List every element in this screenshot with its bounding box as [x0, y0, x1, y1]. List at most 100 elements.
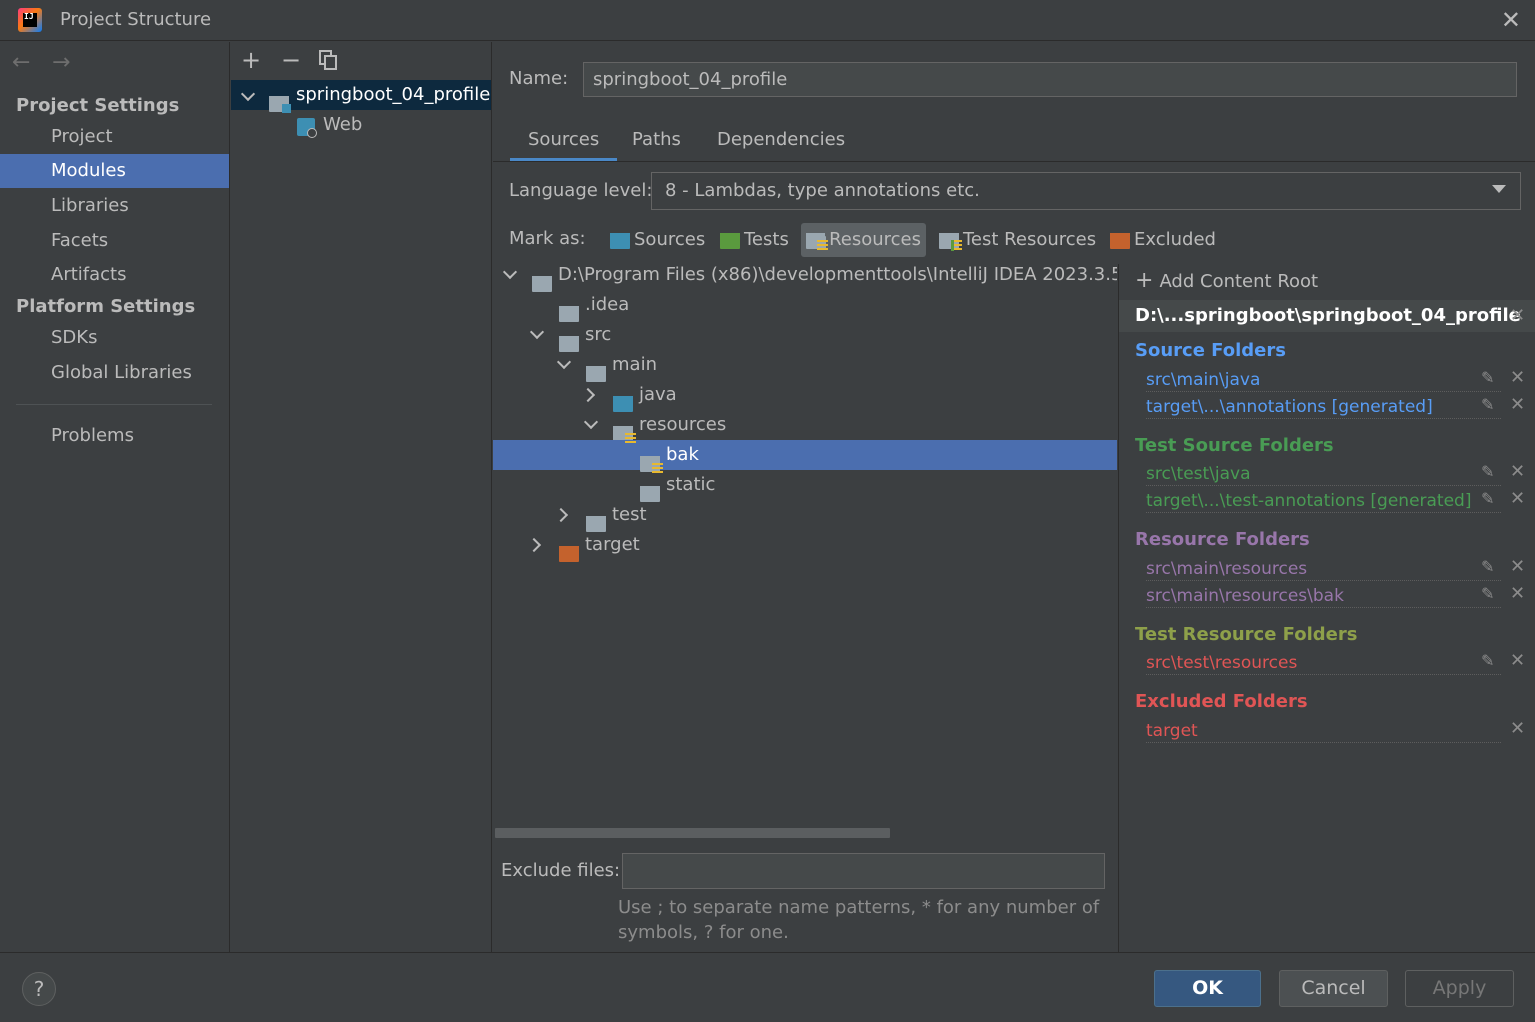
resource-folders-title: Resource Folders	[1135, 529, 1310, 550]
remove-icon[interactable]: ✕	[1510, 556, 1525, 577]
chevron-down-icon[interactable]	[240, 79, 256, 109]
source-folder-entry[interactable]: target\...\annotations [generated]	[1146, 395, 1501, 419]
tree-row[interactable]: main	[493, 347, 1117, 382]
mark-button-label: Sources	[634, 229, 706, 250]
module-tree-row[interactable]: springboot_04_profile	[231, 79, 491, 113]
source-folder-entry[interactable]: src\main\java	[1146, 368, 1501, 392]
sidebar-item-label: Project	[51, 126, 113, 147]
edit-icon[interactable]: ✎	[1481, 584, 1494, 603]
sidebar-item-problems[interactable]: Problems	[0, 419, 229, 453]
edit-icon[interactable]: ✎	[1481, 557, 1494, 576]
exclude-files-hint-line2: symbols, ? for one.	[618, 922, 789, 943]
sidebar-item-global-libraries[interactable]: Global Libraries	[0, 356, 229, 390]
tabs-divider	[493, 161, 1535, 162]
sidebar-item-sdks[interactable]: SDKs	[0, 321, 229, 355]
sidebar-item-modules[interactable]: Modules	[0, 154, 229, 188]
sidebar-item-project[interactable]: Project	[0, 120, 229, 154]
tab-sources[interactable]: Sources	[510, 126, 618, 162]
test-source-folder-entry[interactable]: target\...\test-annotations [generated]	[1146, 489, 1501, 513]
mark-resources-button[interactable]: Resources	[801, 223, 926, 257]
remove-icon[interactable]: ✕	[1510, 650, 1525, 671]
add-content-root-button[interactable]: + Add Content Root	[1135, 270, 1318, 292]
intellij-logo-icon: IJ	[18, 8, 42, 32]
forward-arrow-icon[interactable]: →	[52, 50, 70, 75]
web-facet-icon	[297, 118, 317, 138]
help-icon: ?	[33, 977, 45, 1001]
mark-as-label: Mark as:	[509, 228, 586, 249]
excluded-folder-entry[interactable]: target	[1146, 719, 1501, 743]
sidebar-item-label: Facets	[51, 230, 109, 251]
mark-sources-button[interactable]: Sources	[605, 223, 710, 257]
copy-icon[interactable]	[319, 50, 337, 70]
remove-icon[interactable]: ✕	[1510, 718, 1525, 739]
sidebar-item-libraries[interactable]: Libraries	[0, 189, 229, 223]
chevron-down-icon[interactable]	[529, 317, 548, 347]
test-resource-folder-entry[interactable]: src\test\resources	[1146, 651, 1501, 675]
remove-icon[interactable]: ✕	[1510, 394, 1525, 415]
edit-icon[interactable]: ✎	[1481, 489, 1494, 508]
tree-row[interactable]: src	[493, 317, 1117, 352]
folder-path: src\test\java	[1146, 464, 1253, 484]
resource-folder-entry[interactable]: src\main\resources	[1146, 557, 1501, 581]
help-button[interactable]: ?	[22, 972, 56, 1006]
project-settings-header: Project Settings	[16, 95, 180, 116]
remove-icon[interactable]: ✕	[1510, 488, 1525, 509]
folder-path: target\...\annotations [generated]	[1146, 397, 1435, 417]
tree-row[interactable]: bak	[493, 440, 1117, 474]
mark-test-resources-button[interactable]: Test Resources	[934, 223, 1101, 257]
cancel-button[interactable]: Cancel	[1279, 970, 1388, 1007]
tab-paths[interactable]: Paths	[614, 126, 699, 162]
tree-row-label: static	[666, 474, 716, 495]
tree-row[interactable]: target	[493, 530, 1117, 562]
ok-button[interactable]: OK	[1154, 970, 1261, 1007]
edit-icon[interactable]: ✎	[1481, 368, 1494, 387]
edit-icon[interactable]: ✎	[1481, 462, 1494, 481]
tree-row[interactable]: resources	[493, 407, 1117, 444]
folder-path: target	[1146, 721, 1200, 741]
tree-row-label: resources	[639, 414, 727, 435]
sidebar-item-label: Global Libraries	[51, 362, 192, 383]
resource-folder-entry[interactable]: src\main\resources\bak	[1146, 584, 1501, 608]
folder-path: src\main\resources	[1146, 559, 1310, 579]
module-name-field[interactable]: springboot_04_profile	[583, 62, 1517, 97]
excluded-folder-icon	[1110, 232, 1130, 249]
tree-row-label: target	[585, 534, 640, 555]
sidebar-item-facets[interactable]: Facets	[0, 224, 229, 258]
tab-dependencies[interactable]: Dependencies	[699, 126, 863, 162]
chevron-down-icon[interactable]	[556, 347, 575, 377]
test-source-folder-entry[interactable]: src\test\java	[1146, 462, 1501, 486]
mark-tests-button[interactable]: Tests	[715, 223, 794, 257]
horizontal-scrollbar[interactable]	[495, 828, 890, 838]
sidebar-item-artifacts[interactable]: Artifacts	[0, 258, 229, 292]
edit-icon[interactable]: ✎	[1481, 651, 1494, 670]
remove-icon[interactable]: ✕	[1510, 583, 1525, 604]
remove-icon[interactable]: −	[281, 48, 301, 72]
chevron-right-icon[interactable]	[580, 380, 599, 410]
remove-icon[interactable]: ✕	[1510, 461, 1525, 482]
tree-row[interactable]: D:\Program Files (x86)\developmenttools\…	[493, 264, 1117, 292]
apply-button[interactable]: Apply	[1405, 970, 1514, 1007]
back-arrow-icon[interactable]: ←	[12, 50, 30, 75]
footer-divider	[0, 952, 1535, 953]
tree-row[interactable]: test	[493, 500, 1117, 532]
edit-icon[interactable]: ✎	[1481, 395, 1494, 414]
exclude-files-input[interactable]	[622, 853, 1105, 889]
excluded-folder-icon	[559, 538, 579, 568]
add-icon[interactable]: +	[241, 48, 261, 72]
test-source-folders-title: Test Source Folders	[1135, 435, 1334, 456]
tree-row[interactable]: static	[493, 470, 1117, 502]
module-tree-row[interactable]: Web	[231, 110, 491, 140]
chevron-right-icon[interactable]	[553, 500, 572, 530]
close-icon[interactable]: ✕	[1510, 300, 1525, 332]
tree-row[interactable]: java	[493, 380, 1117, 412]
chevron-down-icon[interactable]	[583, 407, 602, 437]
language-level-select[interactable]: 8 - Lambdas, type annotations etc.	[651, 172, 1521, 210]
chevron-down-icon[interactable]	[502, 264, 521, 287]
close-icon[interactable]: ✕	[1501, 8, 1521, 32]
remove-icon[interactable]: ✕	[1510, 367, 1525, 388]
mark-excluded-button[interactable]: Excluded	[1105, 223, 1221, 257]
sidebar-item-label: Artifacts	[51, 264, 127, 285]
platform-settings-header: Platform Settings	[16, 296, 196, 317]
tree-row[interactable]: .idea	[493, 290, 1117, 322]
chevron-right-icon[interactable]	[526, 530, 545, 560]
